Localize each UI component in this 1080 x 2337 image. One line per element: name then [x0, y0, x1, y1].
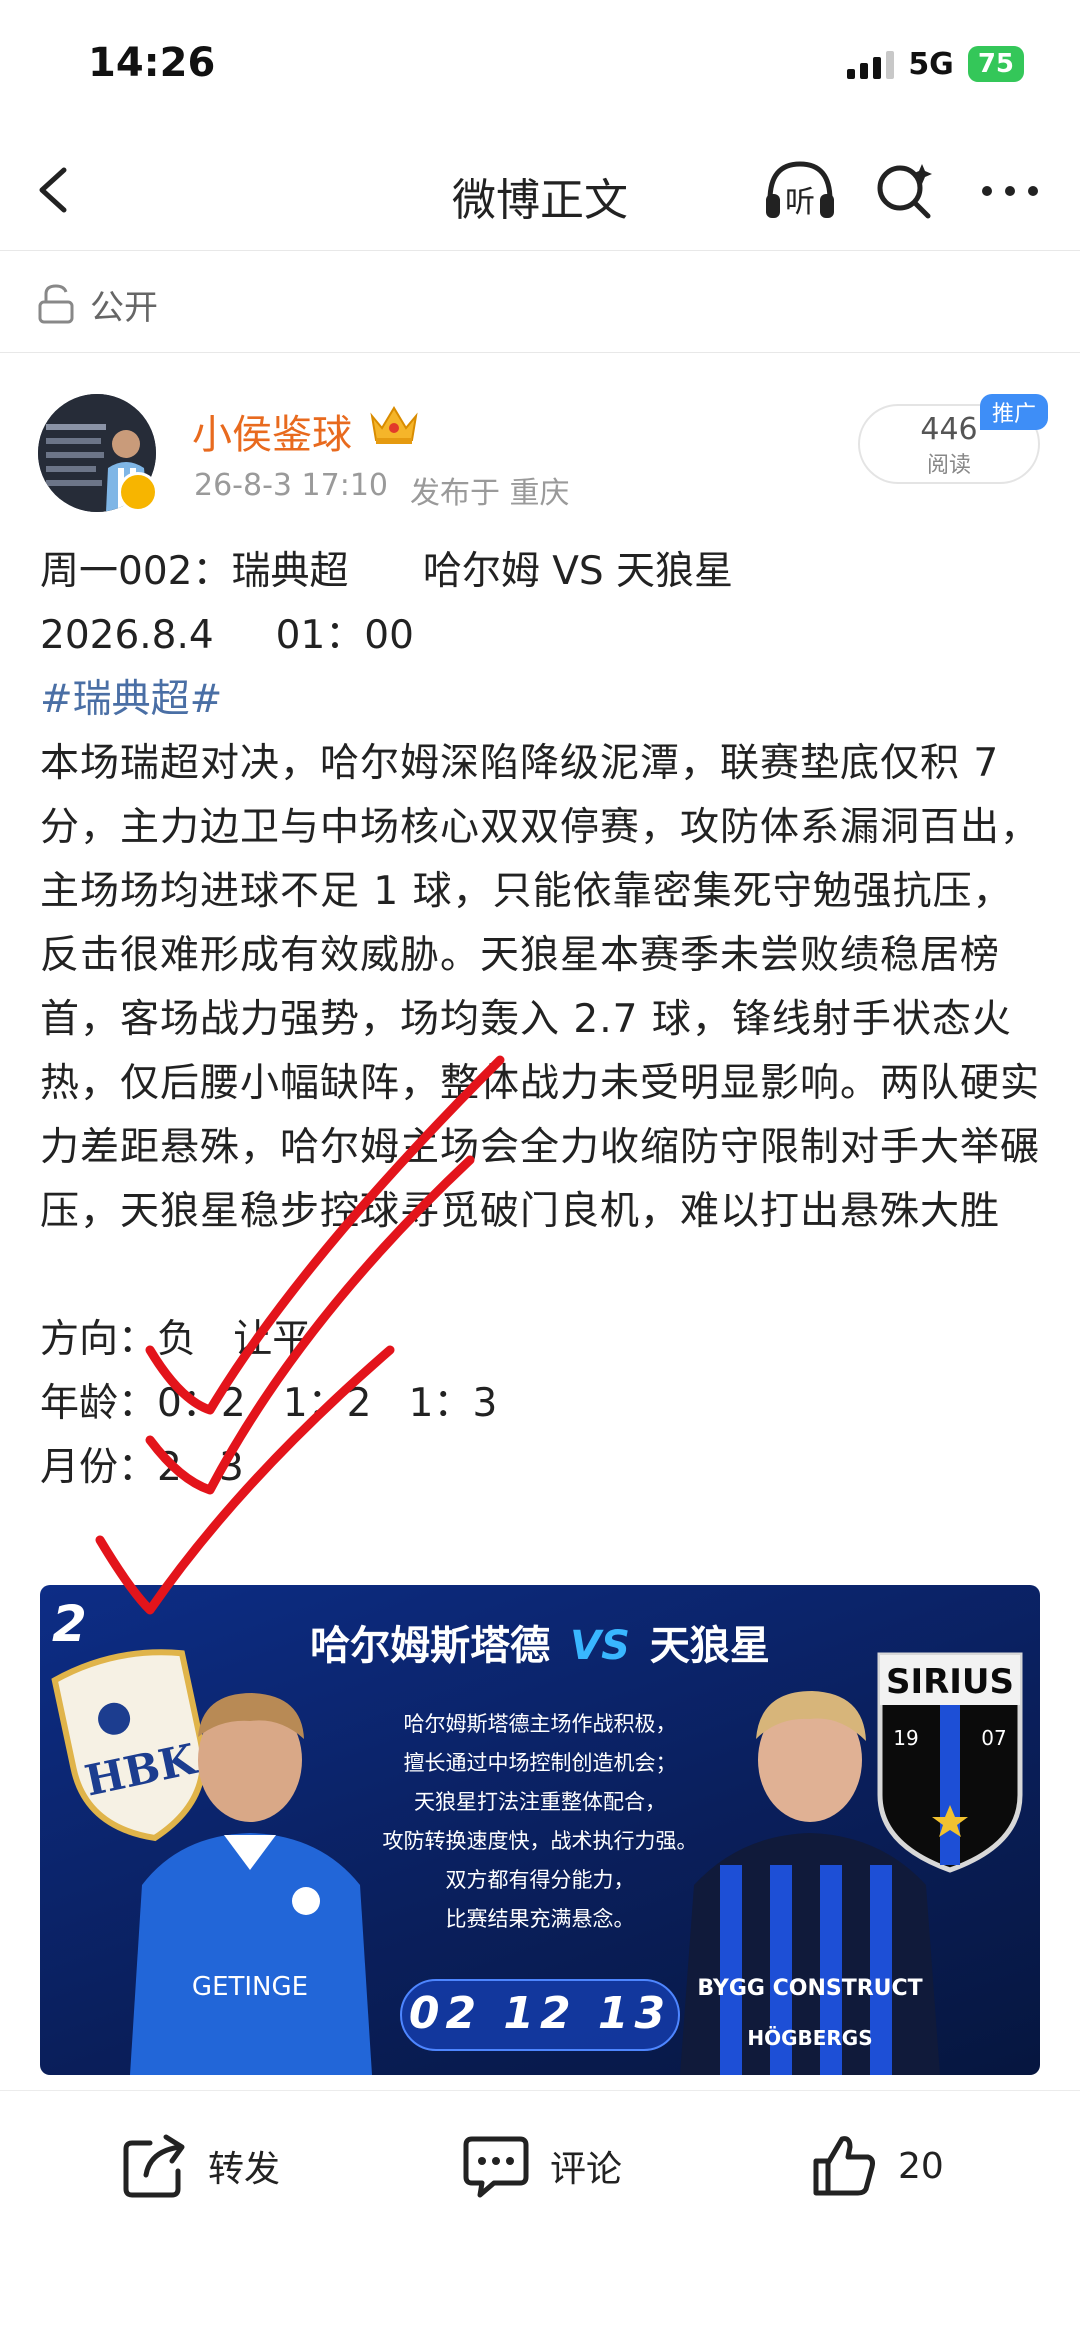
- card-vs: VS: [570, 1623, 630, 1669]
- home-sponsor: GETINGE: [192, 1972, 308, 2002]
- status-bar: 14:26 5G 75: [0, 0, 1080, 140]
- card-desc-line: 擅长通过中场控制创造机会；: [403, 1751, 677, 1775]
- post-image[interactable]: 2 哈尔姆斯塔德 VS 天狼星 HBK GETINGE 哈尔姆斯塔德主场作战积极， …: [40, 1585, 1040, 2075]
- post-date: 26-8-3 17:10: [194, 468, 388, 503]
- status-indicators: 5G 75: [847, 46, 1024, 82]
- away-crest-label: SIRIUS: [886, 1662, 1014, 1702]
- home-player-image: GETINGE: [130, 1693, 372, 2075]
- more-icon: [982, 186, 1038, 196]
- signal-icon: [847, 49, 895, 79]
- away-crest-year-left: 19: [893, 1726, 918, 1750]
- search-button[interactable]: [870, 156, 940, 226]
- post-meta: 26-8-3 17:10 发布于 重庆: [194, 468, 570, 512]
- post-location: 发布于 重庆: [410, 476, 570, 511]
- comment-label: 评论: [550, 2149, 623, 2190]
- listen-button[interactable]: 听: [760, 156, 840, 226]
- status-time: 14:26: [88, 40, 216, 86]
- share-button[interactable]: 转发: [120, 2131, 280, 2201]
- post-month: 月份：2 3: [40, 1445, 244, 1490]
- card-description: 哈尔姆斯塔德主场作战积极， 擅长通过中场控制创造机会； 天狼星打法注重整体配合，…: [370, 1705, 710, 1939]
- divider: [0, 352, 1080, 353]
- thumbs-up-icon: [813, 2136, 875, 2196]
- card-score-picks: 02 12 13: [400, 1979, 680, 2051]
- post-age: 年龄：0：2 1：2 1：3: [40, 1381, 498, 1426]
- action-bar: 转发 评论 20: [0, 2090, 1080, 2240]
- away-crest-year-right: 07: [981, 1726, 1006, 1750]
- share-icon: [123, 2134, 185, 2198]
- like-count: 20: [898, 2145, 944, 2187]
- divider: [0, 250, 1080, 251]
- privacy-label: 公开: [90, 287, 158, 328]
- card-desc-line: 比赛结果充满悬念。: [445, 1907, 635, 1931]
- card-desc-line: 攻防转换速度快，战术执行力强。: [382, 1829, 698, 1853]
- post-hashtag[interactable]: #瑞典超#: [40, 668, 1050, 732]
- crown-icon: [370, 406, 418, 444]
- nav-bar: 微博正文 听: [0, 140, 1080, 250]
- network-type: 5G: [908, 46, 954, 82]
- card-desc-line: 双方都有得分能力，: [445, 1868, 635, 1892]
- card-home-team: 哈尔姆斯塔德: [310, 1623, 551, 1669]
- post-analysis: 本场瑞超对决，哈尔姆深陷降级泥潭，联赛垫底仅积 7 分，主力边卫与中场核心双双停…: [40, 741, 1041, 1234]
- comment-button[interactable]: 评论: [460, 2131, 622, 2201]
- away-crest-icon: SIRIUS 19 07: [877, 1652, 1023, 1873]
- read-label: 阅读: [926, 453, 971, 478]
- share-label: 转发: [208, 2149, 281, 2190]
- post-match-line: 周一002：瑞典超 哈尔姆 VS 天狼星: [40, 549, 734, 594]
- more-button[interactable]: [975, 156, 1045, 226]
- card-desc-line: 哈尔姆斯塔德主场作战积极，: [403, 1712, 677, 1736]
- like-button[interactable]: 20: [810, 2131, 944, 2201]
- privacy-setting[interactable]: 公开: [36, 276, 158, 332]
- unlock-icon: [38, 284, 74, 324]
- comment-icon: [463, 2136, 529, 2198]
- headphones-icon: 听: [766, 161, 834, 220]
- search-icon: [877, 164, 932, 219]
- verified-badge-icon: [118, 472, 158, 512]
- card-away-team: 天狼星: [649, 1623, 770, 1669]
- away-sponsor-1: BYGG CONSTRUCT: [697, 1976, 922, 2001]
- away-sponsor-2: HÖGBERGS: [747, 2026, 872, 2050]
- listen-label: 听: [785, 185, 815, 220]
- card-desc-line: 天狼星打法注重整体配合，: [414, 1790, 666, 1814]
- post-datetime-line: 2026.8.4 01：00: [40, 613, 414, 658]
- battery-icon: 75: [967, 46, 1024, 82]
- post-body: 周一002：瑞典超 哈尔姆 VS 天狼星 2026.8.4 01：00 #瑞典超…: [40, 540, 1050, 1500]
- promo-badge[interactable]: 推广: [980, 394, 1049, 430]
- author-name[interactable]: 小侯鉴球: [192, 402, 352, 460]
- post-direction: 方向：负 让平: [40, 1317, 312, 1362]
